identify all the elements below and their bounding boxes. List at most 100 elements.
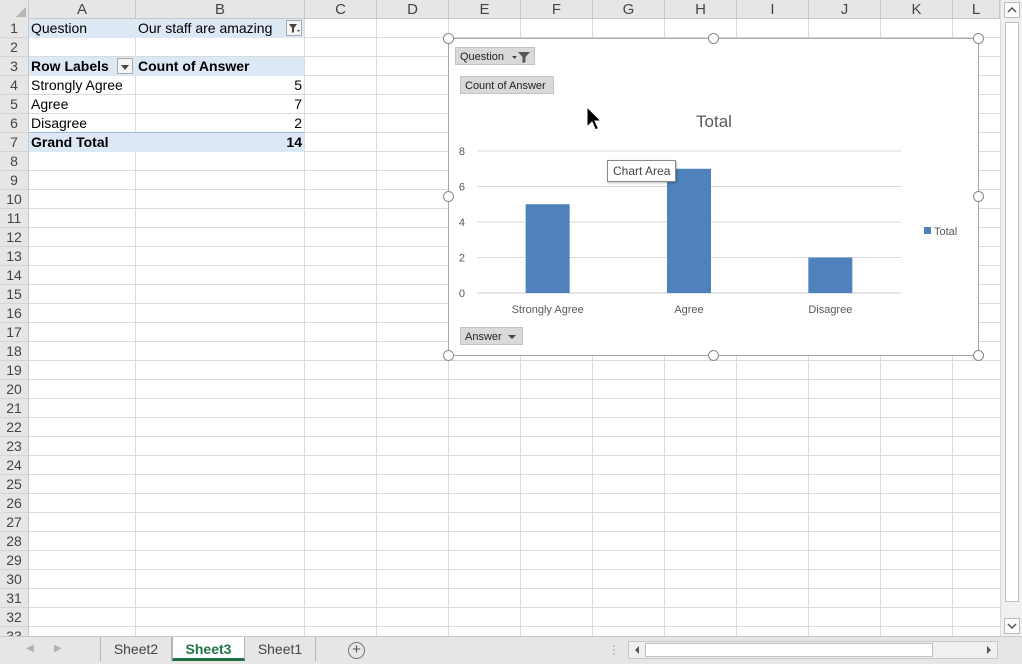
chevron-down-icon [508, 335, 516, 339]
row-labels-dropdown-button[interactable] [117, 58, 133, 74]
answer-field-button[interactable]: Answer [460, 327, 523, 345]
row-header-30[interactable]: 30 [0, 570, 28, 589]
row-header-12[interactable]: 12 [0, 228, 28, 247]
column-header-g[interactable]: G [593, 0, 665, 19]
row-header-23[interactable]: 23 [0, 437, 28, 456]
column-header-l[interactable]: L [953, 0, 1000, 19]
vertical-scroll-thumb[interactable] [1005, 22, 1019, 602]
row-header-5[interactable]: 5 [0, 95, 28, 114]
sheet-tab-sheet3[interactable]: Sheet3 [172, 637, 245, 661]
row-header-18[interactable]: 18 [0, 342, 28, 361]
row-header-17[interactable]: 17 [0, 323, 28, 342]
scroll-up-button[interactable] [1004, 2, 1020, 18]
row-header-9[interactable]: 9 [0, 171, 28, 190]
row-header-8[interactable]: 8 [0, 152, 28, 171]
pivot-row-label[interactable]: Disagree [29, 114, 135, 133]
row-header-4[interactable]: 4 [0, 76, 28, 95]
sheet-tab-bar: ◀ ▶ Sheet2 Sheet3 Sheet1 + ⋮ [0, 636, 1022, 664]
column-header-d[interactable]: D [377, 0, 449, 19]
column-header-c[interactable]: C [305, 0, 377, 19]
column-header-h[interactable]: H [665, 0, 737, 19]
plus-circle-icon: + [352, 641, 361, 658]
resize-handle-bottom-right[interactable] [973, 350, 984, 361]
row-header-24[interactable]: 24 [0, 456, 28, 475]
x-tick-label: Disagree [808, 304, 852, 316]
chevron-up-icon [1007, 6, 1017, 13]
row-header-26[interactable]: 26 [0, 494, 28, 513]
row-header-6[interactable]: 6 [0, 114, 28, 133]
column-header-f[interactable]: F [521, 0, 593, 19]
row-header-11[interactable]: 11 [0, 209, 28, 228]
pivot-row-count[interactable]: 5 [136, 76, 304, 95]
row-header-27[interactable]: 27 [0, 513, 28, 532]
scroll-down-button[interactable] [1004, 618, 1020, 634]
count-of-answer-header[interactable]: Count of Answer [136, 57, 304, 76]
sheet-tab-sheet1[interactable]: Sheet1 [245, 637, 316, 661]
bar-disagree [808, 257, 853, 293]
tab-split-handle-icon[interactable]: ⋮ [608, 643, 620, 657]
filter-icon [289, 24, 300, 33]
column-header-e[interactable]: E [449, 0, 521, 19]
row-header-20[interactable]: 20 [0, 380, 28, 399]
row-header-21[interactable]: 21 [0, 399, 28, 418]
row-header-31[interactable]: 31 [0, 589, 28, 608]
x-tick-label: Agree [674, 304, 703, 316]
resize-handle-top-left[interactable] [443, 33, 454, 44]
row-header-19[interactable]: 19 [0, 361, 28, 380]
row-labels-header[interactable]: Row Labels [29, 57, 119, 76]
row-header-25[interactable]: 25 [0, 475, 28, 494]
gridline [304, 19, 305, 636]
next-sheet-icon[interactable]: ▶ [54, 643, 62, 654]
row-header-14[interactable]: 14 [0, 266, 28, 285]
pivot-row-label[interactable]: Agree [29, 95, 135, 114]
row-header-1[interactable]: 1 [0, 19, 28, 38]
pivot-filter-value[interactable]: Our staff are amazing [136, 19, 286, 38]
pivot-chart[interactable]: Question Count of Answer Total 0 2 4 6 8 Stron… [448, 38, 979, 356]
vertical-scrollbar[interactable] [1000, 0, 1022, 636]
pivot-row-count[interactable]: 7 [136, 95, 304, 114]
grand-total-label[interactable]: Grand Total [29, 133, 135, 152]
row-header-28[interactable]: 28 [0, 532, 28, 551]
gridline [376, 19, 377, 636]
row-header-33[interactable]: 33 [0, 627, 28, 636]
column-header-k[interactable]: K [881, 0, 953, 19]
pivot-row-label[interactable]: Strongly Agree [29, 76, 135, 95]
chart-plot: Total 0 2 4 6 8 Strongly Agree Agree Disagree Tot… [459, 112, 957, 316]
chart-title: Total [696, 112, 732, 131]
resize-handle-top-right[interactable] [973, 33, 984, 44]
row-header-10[interactable]: 10 [0, 190, 28, 209]
row-header-3[interactable]: 3 [0, 57, 28, 76]
column-header-i[interactable]: I [737, 0, 809, 19]
resize-handle-left[interactable] [443, 191, 454, 202]
y-tick-label: 0 [459, 288, 465, 300]
resize-handle-bottom[interactable] [708, 350, 719, 361]
select-all-corner[interactable] [0, 0, 29, 19]
resize-handle-right[interactable] [973, 191, 984, 202]
row-header-7[interactable]: 7 [0, 133, 28, 152]
chevron-down-icon [121, 65, 129, 70]
chevron-right-icon[interactable] [982, 642, 996, 658]
row-header-32[interactable]: 32 [0, 608, 28, 627]
pivot-filter-label[interactable]: Question [29, 19, 135, 38]
sheet-tab-sheet2[interactable]: Sheet2 [100, 637, 172, 661]
column-header-b[interactable]: B [136, 0, 305, 19]
row-header-bar: 1 2 3 4 5 6 7 8 9 10 11 12 13 14 15 16 17 18 19 20 21 22 23 24 2… [0, 19, 29, 636]
pivot-row-count[interactable]: 2 [136, 114, 304, 133]
resize-handle-top[interactable] [708, 33, 719, 44]
horizontal-scrollbar[interactable] [628, 641, 998, 659]
grand-total-value[interactable]: 14 [136, 133, 304, 152]
row-header-15[interactable]: 15 [0, 285, 28, 304]
row-header-22[interactable]: 22 [0, 418, 28, 437]
column-header-a[interactable]: A [29, 0, 136, 19]
row-header-13[interactable]: 13 [0, 247, 28, 266]
column-header-j[interactable]: J [809, 0, 881, 19]
chevron-left-icon[interactable] [630, 642, 644, 658]
row-header-16[interactable]: 16 [0, 304, 28, 323]
filter-dropdown-button[interactable] [286, 20, 302, 36]
add-sheet-button[interactable]: + [348, 642, 365, 659]
row-header-2[interactable]: 2 [0, 38, 28, 57]
previous-sheet-icon[interactable]: ◀ [26, 643, 34, 654]
row-header-29[interactable]: 29 [0, 551, 28, 570]
resize-handle-bottom-left[interactable] [443, 350, 454, 361]
horizontal-scroll-thumb[interactable] [645, 643, 933, 657]
